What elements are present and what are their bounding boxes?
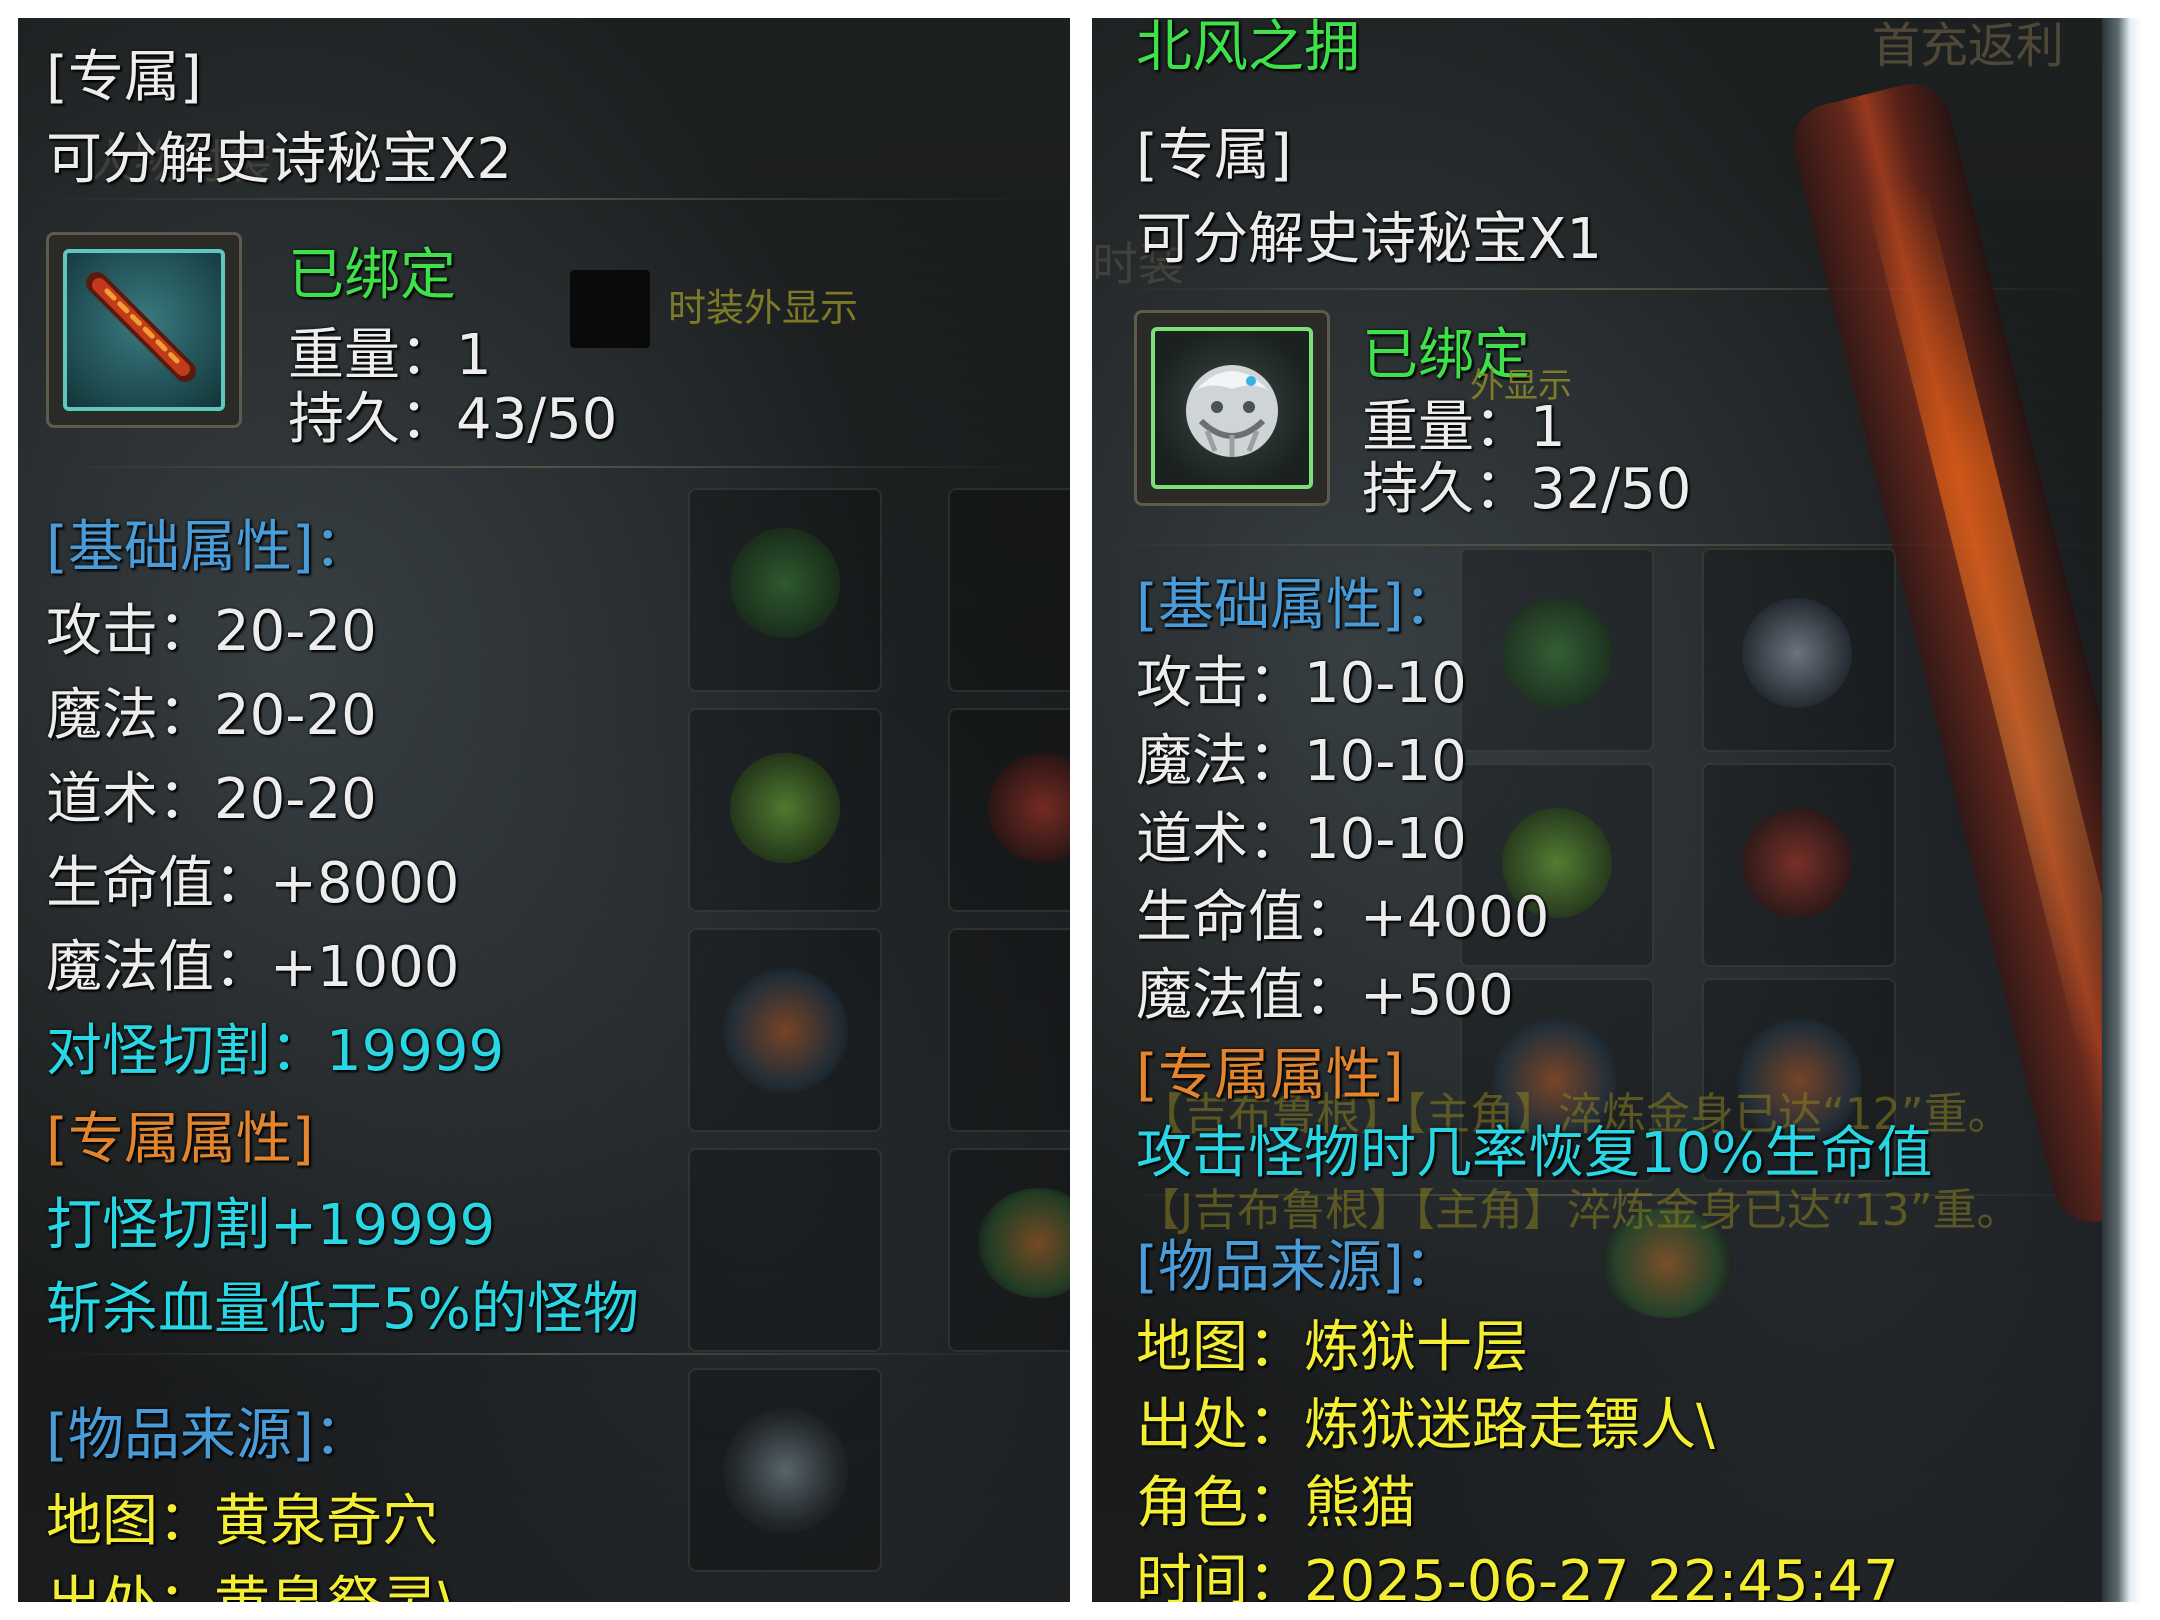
attr-mp: 魔法值：+500 xyxy=(1136,963,1514,1028)
source-time: 时间：2025-06-27 22:45:47 xyxy=(1136,1549,1899,1603)
bg-armor-icon xyxy=(1742,598,1852,708)
fashion-display-checkbox[interactable] xyxy=(570,270,650,348)
item-weight: 重量：1 xyxy=(1362,395,1566,460)
attr-taoism: 道术：20-20 xyxy=(46,767,377,832)
item-durability: 持久：32/50 xyxy=(1362,457,1692,522)
bg-ring-icon xyxy=(723,1408,848,1533)
fashion-display-label: 时装外显示 xyxy=(668,286,859,330)
exclusive-attr-line: 斩杀血量低于5%的怪物 xyxy=(46,1277,639,1342)
bg-divider xyxy=(38,466,1038,468)
bg-orb-icon xyxy=(1742,808,1852,918)
source-origin: 出处：炼狱迷路走镖人\ xyxy=(1136,1393,1715,1458)
source-role: 角色：熊猫 xyxy=(1136,1471,1416,1536)
bg-first-recharge-button: 首充返利 xyxy=(1872,18,2065,74)
item-tooltip-left: 人物时装 [专属] 可分解史诗秘宝X2 已绑定 重量：1 持久：43/50 时装… xyxy=(18,18,1070,1602)
bg-divider xyxy=(38,198,1038,200)
attr-hp: 生命值：+4000 xyxy=(1136,885,1550,950)
equipped-item-name: 北风之拥 xyxy=(1136,18,1360,80)
bg-chat-line: 【J吉布鲁根】【主角】淬炼金身已达“13”重。 xyxy=(1136,1185,2021,1236)
item-name: 可分解史诗秘宝X2 xyxy=(46,127,512,192)
source-map: 地图：黄泉奇穴 xyxy=(46,1489,438,1554)
base-attr-header: [基础属性]： xyxy=(46,515,370,580)
bg-gem-icon xyxy=(730,753,840,863)
source-header: [物品来源]： xyxy=(46,1403,370,1468)
exclusive-attr-line: 打怪切割+19999 xyxy=(46,1193,496,1258)
bg-equip-slot xyxy=(688,1148,882,1352)
source-map: 地图：炼狱十层 xyxy=(1136,1315,1528,1380)
item-tag: [专属] xyxy=(1136,123,1292,188)
bg-ring-icon xyxy=(723,968,848,1093)
attr-magic: 魔法：20-20 xyxy=(46,683,377,748)
source-origin: 出处：黄泉祭灵\ xyxy=(46,1572,457,1603)
bg-window-edge xyxy=(2102,18,2142,1602)
bg-helmet-icon xyxy=(1502,598,1612,708)
white-beast-head-icon xyxy=(1151,327,1313,489)
bg-helmet-icon xyxy=(730,528,840,638)
item-icon-frame xyxy=(46,232,242,428)
item-tag: [专属] xyxy=(46,45,202,110)
item-durability: 持久：43/50 xyxy=(288,387,618,452)
bg-divider xyxy=(38,1353,1038,1355)
bg-equip-slot xyxy=(948,928,1070,1132)
bg-equip-slot xyxy=(948,488,1070,692)
base-attr-header: [基础属性]： xyxy=(1136,573,1460,638)
item-name: 可分解史诗秘宝X1 xyxy=(1136,207,1602,272)
attr-attack: 攻击：20-20 xyxy=(46,599,377,664)
attr-hp: 生命值：+8000 xyxy=(46,851,460,916)
item-tooltip-right: 首充返利 时装 【吉布鲁根】【主角】淬炼金身已达“12”重。 【J吉布鲁根】【主… xyxy=(1092,18,2142,1602)
exclusive-attr-header: [专属属性] xyxy=(1136,1043,1404,1108)
attr-mp: 魔法值：+1000 xyxy=(46,935,460,1000)
exclusive-attr-line: 攻击怪物时几率恢复10%生命值 xyxy=(1136,1121,1933,1186)
source-header: [物品来源]： xyxy=(1136,1235,1460,1300)
attr-magic: 魔法：10-10 xyxy=(1136,729,1467,794)
red-flame-blade-icon xyxy=(63,249,225,411)
attr-attack: 攻击：10-10 xyxy=(1136,651,1467,716)
item-icon-frame xyxy=(1134,310,1330,506)
item-weight: 重量：1 xyxy=(288,323,492,388)
attr-taoism: 道术：10-10 xyxy=(1136,807,1467,872)
attr-monster-cut: 对怪切割：19999 xyxy=(46,1019,505,1084)
bound-status: 已绑定 xyxy=(288,243,456,308)
exclusive-attr-header: [专属属性] xyxy=(46,1107,314,1172)
